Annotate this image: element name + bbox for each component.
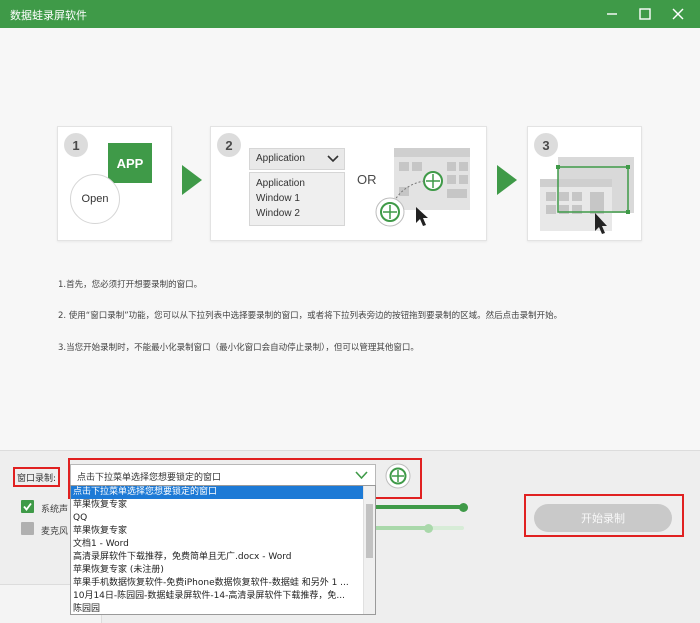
instruction-3: 3.当您开始录制时，不能最小化录制窗口（最小化窗口会自动停止录制），但可以管理其… [58, 343, 419, 353]
minimize-icon[interactable] [595, 0, 629, 28]
dropdown-option[interactable]: 苹果恢复专家 (未注册) [71, 564, 363, 577]
close-icon[interactable] [661, 0, 695, 28]
window-dropdown-list[interactable]: 点击下拉菜单选择您想要锁定的窗口 苹果恢复专家 QQ 苹果恢复专家 文档1 - … [70, 485, 376, 615]
instruction-1: 1.首先，您必须打开想要录制的窗口。 [58, 280, 203, 290]
step-2-number: 2 [217, 133, 241, 157]
scrollbar-thumb[interactable] [366, 504, 373, 558]
window-record-label: 窗口录制: [13, 467, 60, 487]
microphone-label: 麦克风 [41, 527, 69, 537]
application-select-illustration: Application [249, 148, 345, 170]
title-bar: 数据蛙录屏软件 [0, 0, 700, 28]
system-sound-label: 系统声 [41, 505, 69, 515]
combo-value: 点击下拉菜单选择您想要锁定的窗口 [77, 473, 222, 483]
checkmark-icon [23, 502, 32, 511]
microphone-checkbox[interactable] [21, 522, 34, 535]
window-title: 数据蛙录屏软件 [10, 9, 87, 22]
application-select-label: Application [256, 153, 305, 164]
step-1-number: 1 [64, 133, 88, 157]
chevron-down-icon [327, 155, 339, 163]
dropdown-option[interactable]: QQ [71, 512, 363, 525]
dropdown-option[interactable]: 苹果手机数据恢复软件-免费iPhone数据恢复软件-数据蛙 和另外 1 ... [71, 577, 363, 590]
dropdown-option[interactable]: 点击下拉菜单选择您想要锁定的窗口 [71, 486, 363, 499]
dropdown-option[interactable]: 10月14日-陈园园-数据蛙录屏软件-14-高清录屏软件下载推荐，免... [71, 590, 363, 603]
dropdown-scrollbar[interactable] [363, 486, 375, 614]
dropdown-option[interactable]: 高清录屏软件下载推荐，免费简单且无广.docx - Word [71, 551, 363, 564]
app-list-item: Window 1 [256, 193, 300, 204]
start-record-button[interactable]: 开始录制 [534, 504, 672, 532]
microphone-slider-knob[interactable] [424, 524, 433, 533]
app-window: 数据蛙录屏软件 1 APP Open 2 Application Applica… [0, 0, 700, 623]
system-sound-checkbox[interactable] [21, 500, 34, 513]
crosshair-drag-icon[interactable] [385, 463, 411, 489]
instruction-2: 2. 使用“窗口录制”功能，您可以从下拉列表中选择要录制的窗口，或者将下拉列表旁… [58, 311, 563, 321]
open-button-illustration: Open [70, 174, 120, 224]
application-list-illustration: Application Window 1 Window 2 [249, 172, 345, 226]
window-drag-illustration [375, 148, 470, 227]
system-sound-slider-knob[interactable] [459, 503, 468, 512]
app-icon: APP [108, 143, 152, 183]
step-arrow-1 [182, 165, 202, 195]
dropdown-option[interactable]: 陈园园 [71, 603, 363, 614]
dropdown-option[interactable]: 文档1 - Word [71, 538, 363, 551]
window-select-combo[interactable]: 点击下拉菜单选择您想要锁定的窗口 [70, 464, 376, 486]
dropdown-option[interactable]: 苹果恢复专家 [71, 499, 363, 512]
step-arrow-2 [497, 165, 517, 195]
step-3-number: 3 [534, 133, 558, 157]
locked-window-illustration [540, 157, 634, 234]
maximize-icon[interactable] [628, 0, 662, 28]
dropdown-option[interactable]: 苹果恢复专家 [71, 525, 363, 538]
app-list-item: Window 2 [256, 208, 300, 219]
chevron-down-icon[interactable] [355, 469, 368, 481]
app-list-item: Application [256, 178, 305, 189]
